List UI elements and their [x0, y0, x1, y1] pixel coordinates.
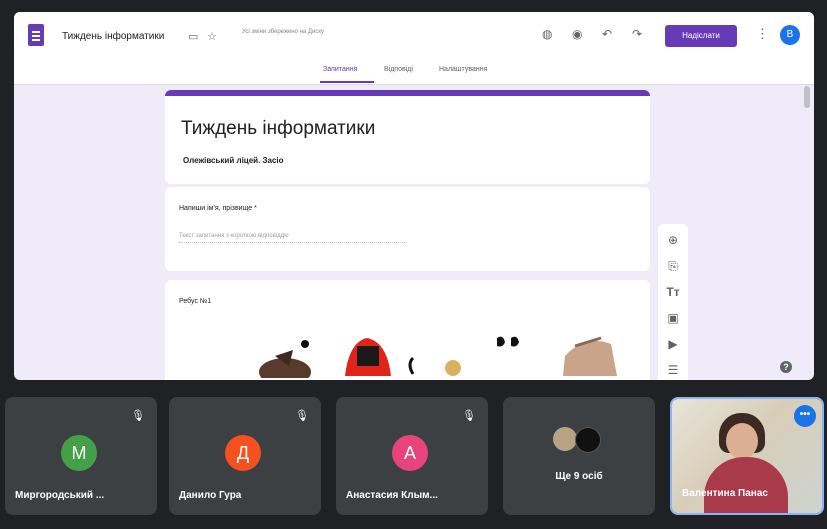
scrollbar-thumb[interactable]	[804, 86, 810, 108]
shared-screen: Тиждень інформатики ▭ ☆ Усі зміни збереж…	[14, 12, 814, 380]
form-side-toolbar: ⊕ ⎘ Tт ▣ ▶ ☰	[658, 224, 688, 380]
more-options-icon[interactable]: •••	[794, 405, 816, 427]
redo-icon[interactable]: ↷	[632, 27, 642, 41]
question-label: Ребус №1	[179, 298, 212, 305]
tab-responses[interactable]: Відповіді	[384, 66, 413, 73]
mic-off-icon: 🎙	[462, 410, 476, 422]
save-status: Усі зміни збережено на Диску	[242, 29, 325, 35]
send-button[interactable]: Надіслати	[665, 25, 737, 47]
forms-toolbar: Тиждень інформатики ▭ ☆ Усі зміни збереж…	[14, 12, 814, 60]
more-participants-tile[interactable]: Ще 9 осіб	[503, 397, 655, 515]
avatar: А	[392, 435, 428, 471]
rebus-image	[259, 336, 617, 378]
add-question-icon[interactable]: ⊕	[658, 233, 688, 247]
add-video-icon[interactable]: ▶	[658, 337, 688, 351]
active-speaker-tile[interactable]: ••• Валентина Панас	[670, 397, 824, 515]
participant-tile[interactable]: 🎙 А Анастасия Клым...	[336, 397, 488, 515]
avatar	[575, 427, 601, 453]
participant-tile[interactable]: 🎙 Д Данило Гура	[169, 397, 321, 515]
participant-tile[interactable]: 🎙 М Миргородський ...	[5, 397, 157, 515]
form-title[interactable]: Тиждень інформатики	[181, 118, 375, 140]
mic-off-icon: 🎙	[131, 410, 145, 422]
undo-icon[interactable]: ↶	[602, 27, 612, 41]
google-forms-icon[interactable]	[28, 24, 44, 46]
tab-settings[interactable]: Налаштування	[439, 66, 487, 73]
document-title[interactable]: Тиждень інформатики	[62, 31, 164, 42]
form-tabs: Запитання Відповіді Налаштування	[14, 60, 814, 85]
form-description[interactable]: Олежівський ліцей. Засіо	[183, 156, 284, 165]
active-tab-indicator	[320, 81, 374, 83]
tab-questions[interactable]: Запитання	[323, 66, 357, 73]
mic-off-icon: 🎙	[295, 410, 309, 422]
add-section-icon[interactable]: ☰	[658, 363, 688, 377]
avatar: М	[61, 435, 97, 471]
question-card[interactable]: Напиши ім'я, прізвище * Текст запитання …	[165, 187, 650, 271]
star-icon[interactable]: ☆	[207, 30, 217, 43]
palette-icon[interactable]: ◍	[542, 27, 552, 41]
participant-name: Данило Гура	[179, 490, 242, 501]
form-header-card[interactable]: Тиждень інформатики Олежівський ліцей. З…	[165, 90, 650, 184]
participant-name: Миргородський ...	[15, 490, 105, 501]
avatar	[553, 427, 577, 451]
question-card[interactable]: Ребус №1	[165, 280, 650, 380]
add-title-icon[interactable]: Tт	[658, 285, 688, 299]
add-image-icon[interactable]: ▣	[658, 311, 688, 325]
folder-icon[interactable]: ▭	[188, 30, 198, 43]
avatar: Д	[225, 435, 261, 471]
participant-name: Анастасия Клым...	[346, 490, 438, 501]
short-answer-field: Текст запитання з короткою відповіддю	[179, 233, 405, 243]
question-label: Напиши ім'я, прізвище *	[179, 205, 257, 212]
account-avatar[interactable]: В	[780, 25, 800, 45]
scrollbar[interactable]	[804, 84, 810, 380]
participant-video	[726, 423, 758, 459]
more-vert-icon[interactable]: ⋮	[756, 26, 769, 42]
more-participants-label: Ще 9 осіб	[555, 471, 603, 482]
preview-eye-icon[interactable]: ◉	[572, 27, 582, 41]
help-icon[interactable]: ?	[780, 361, 792, 373]
import-questions-icon[interactable]: ⎘	[658, 259, 688, 274]
participant-name: Валентина Панас	[682, 488, 768, 499]
